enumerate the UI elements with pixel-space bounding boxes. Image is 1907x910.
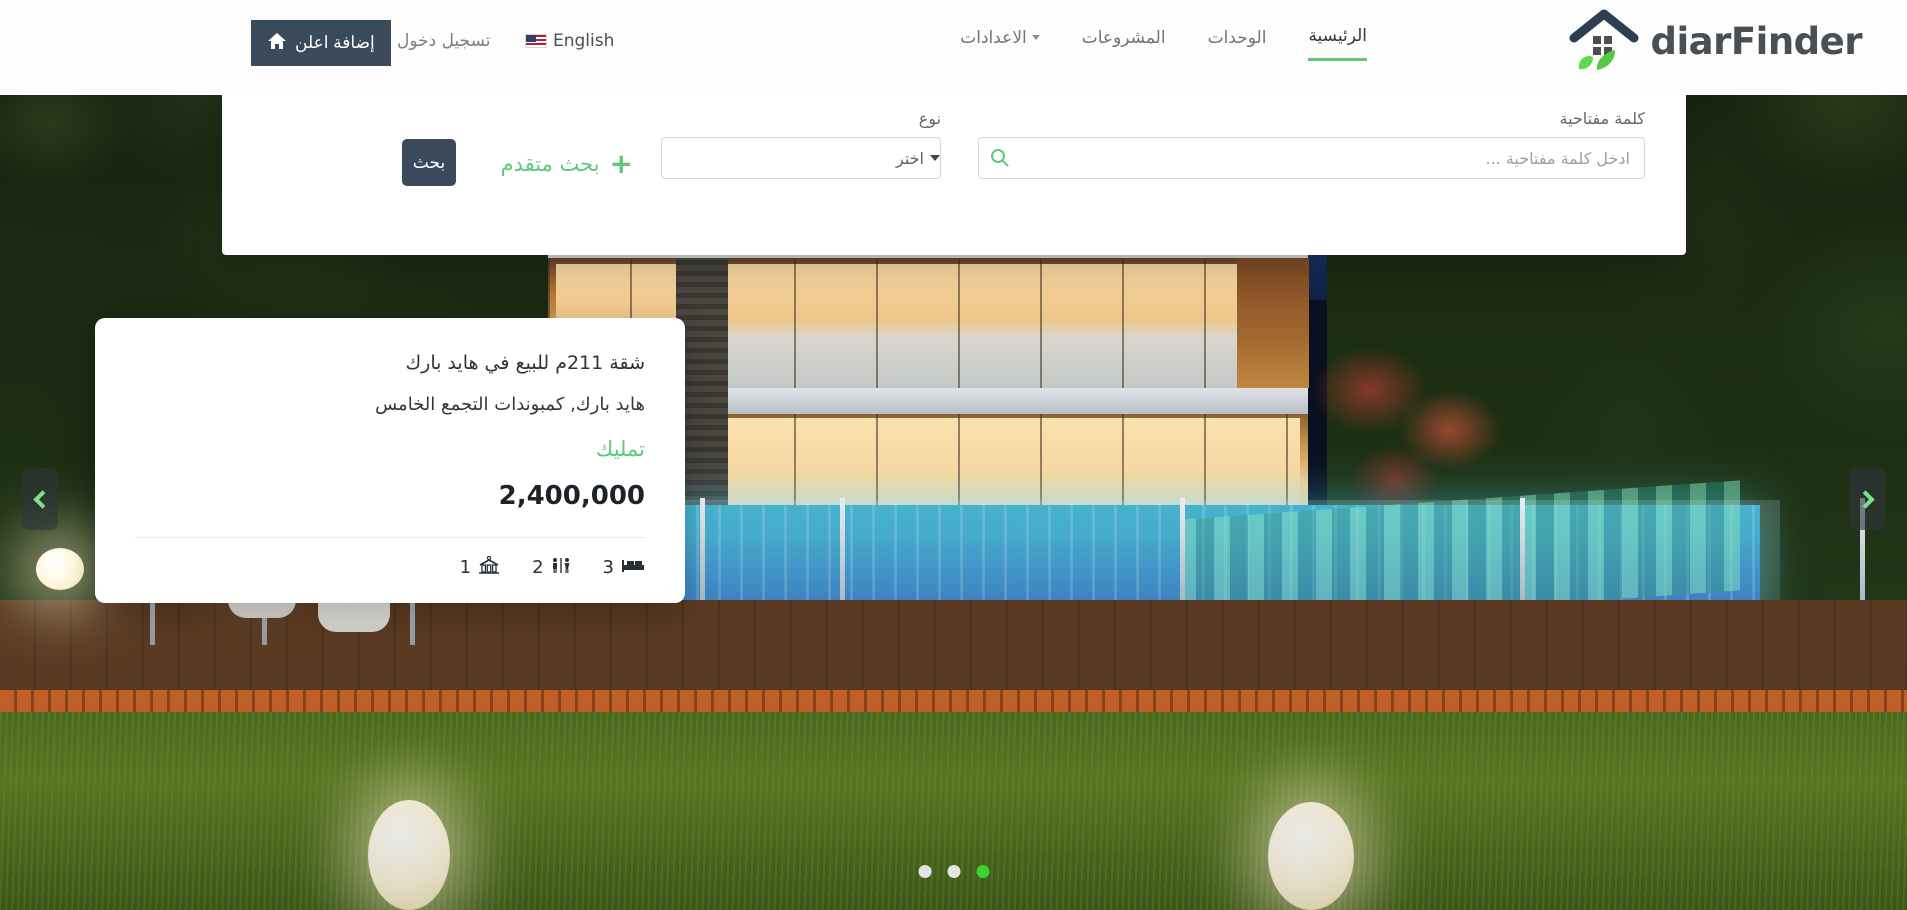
property-specs: 3 2 1 [135,555,645,579]
keyword-field-group: كلمة مفتاحية [978,109,1645,179]
property-location: هايد بارك, كمبوندات التجمع الخامس [375,394,645,415]
nav-item-settings[interactable]: الاعدادات [960,28,1040,60]
spec-bedrooms: 3 [603,557,645,578]
spec-value: 1 [459,557,472,578]
type-select[interactable]: اختر [661,137,941,179]
logo-text: diarFinder [1650,19,1862,63]
card-divider [135,537,645,538]
spec-value: 2 [532,557,544,578]
carousel-dot-1[interactable] [976,865,989,878]
nav-label: الرئيسية [1308,26,1367,46]
property-ownership-tag: تمليك [596,437,645,461]
search-input[interactable] [978,137,1645,179]
nav-item-home[interactable]: الرئيسية [1308,26,1367,61]
spec-value: 3 [602,557,614,578]
nav-label: المشروعات [1081,27,1166,48]
carousel-dot-2[interactable] [947,865,960,878]
keyword-input-wrap [978,137,1645,179]
chevron-left-icon [32,489,52,509]
nav-label: الاعدادات [960,27,1027,48]
advanced-search-label: بحث متقدم [500,152,600,176]
type-label: نوع [918,109,941,128]
garage-icon [478,555,500,579]
login-link[interactable]: تسجيل دخول [397,31,491,51]
carousel-dot-3[interactable] [918,865,931,878]
chevron-down-icon [930,155,940,161]
nav-item-projects[interactable]: المشروعات [1082,28,1166,60]
home-icon [267,32,287,55]
bathroom-icon [551,557,571,579]
language-switcher[interactable]: English [525,31,614,51]
nav-label: الوحدات [1207,27,1267,48]
nav-item-units[interactable]: الوحدات [1208,28,1267,60]
main-navigation: الرئيسية الوحدات المشروعات الاعدادات [960,26,1367,61]
add-listing-label: إضافة اعلن [295,33,375,52]
property-price: 2,400,000 [498,481,645,511]
carousel-next-button[interactable] [1849,468,1885,530]
search-panel: كلمة مفتاحية نوع اختر + بحث متقدم [222,80,1686,255]
property-card[interactable]: شقة 211م للبيع في هايد بارك هايد بارك, ك… [95,318,685,603]
type-field-group: نوع اختر [661,109,941,179]
search-button[interactable]: بحث [402,139,456,186]
type-select-value: اختر [896,148,924,168]
language-label: English [553,31,615,51]
carousel-prev-button[interactable] [22,468,58,530]
chevron-down-icon [1031,35,1040,40]
chevron-right-icon [1855,489,1875,509]
us-flag-icon [525,34,547,48]
spec-bathrooms: 2 [532,557,570,579]
plus-icon: + [609,147,633,180]
advanced-search-link[interactable]: + بحث متقدم [501,150,633,178]
header-actions: إضافة اعلن تسجيل دخول English [0,20,614,76]
add-listing-button[interactable]: إضافة اعلن [251,20,391,66]
house-leaf-logo-icon [1568,8,1646,74]
bed-icon [621,557,645,578]
property-title: شقة 211م للبيع في هايد بارك [405,352,645,374]
site-logo[interactable]: diarFinder [1568,8,1862,74]
keyword-label: كلمة مفتاحية [1559,109,1646,128]
spec-garage: 1 [459,555,500,579]
site-header: diarFinder الرئيسية الوحدات المشروعات ال… [0,0,1907,95]
carousel-dots [918,865,989,878]
page-root: diarFinder الرئيسية الوحدات المشروعات ال… [0,0,1907,910]
